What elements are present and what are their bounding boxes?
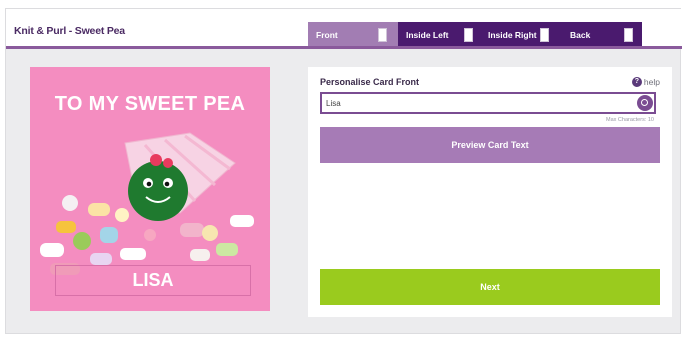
sweets-illustration <box>40 132 254 275</box>
tab-inside-left[interactable]: Inside Left <box>398 22 480 49</box>
name-input[interactable] <box>326 96 626 110</box>
page-thumbnail-icon <box>540 28 549 42</box>
personalise-label: Personalise Card Front <box>320 77 420 87</box>
page-thumbnail-icon <box>464 28 473 42</box>
card-page-tabs: Front Inside Left Inside Right Back <box>308 22 642 49</box>
help-label: help <box>643 77 660 87</box>
card-name-text: LISA <box>55 265 251 296</box>
tab-inside-right-label: Inside Right <box>488 30 537 40</box>
personalise-panel: Personalise Card Front ? help Max Charac… <box>308 67 672 317</box>
tab-front[interactable]: Front <box>308 22 398 49</box>
help-link[interactable]: ? help <box>631 77 660 87</box>
help-icon: ? <box>631 77 642 87</box>
top-bar: Knit & Purl - Sweet Pea Front Inside Lef… <box>6 9 682 49</box>
page-thumbnail-icon <box>624 28 633 42</box>
page-thumbnail-icon <box>378 28 387 42</box>
card-headline: TO MY SWEET PEA <box>54 93 246 115</box>
tab-back-label: Back <box>570 30 591 40</box>
max-characters-hint: Max Characters: 10 <box>606 117 654 123</box>
tab-inside-left-label: Inside Left <box>406 30 449 40</box>
name-field <box>320 92 656 114</box>
tab-inside-right[interactable]: Inside Right <box>480 22 562 49</box>
card-preview: TO MY SWEET PEA LISA <box>30 67 270 311</box>
next-button[interactable]: Next <box>320 269 660 305</box>
search-icon[interactable] <box>637 95 653 111</box>
page-title: Knit & Purl - Sweet Pea <box>14 25 125 37</box>
tab-back[interactable]: Back <box>562 22 642 49</box>
card-editor-window: Knit & Purl - Sweet Pea Front Inside Lef… <box>5 8 682 334</box>
tab-front-label: Front <box>316 30 338 40</box>
preview-card-text-button[interactable]: Preview Card Text <box>320 127 660 163</box>
